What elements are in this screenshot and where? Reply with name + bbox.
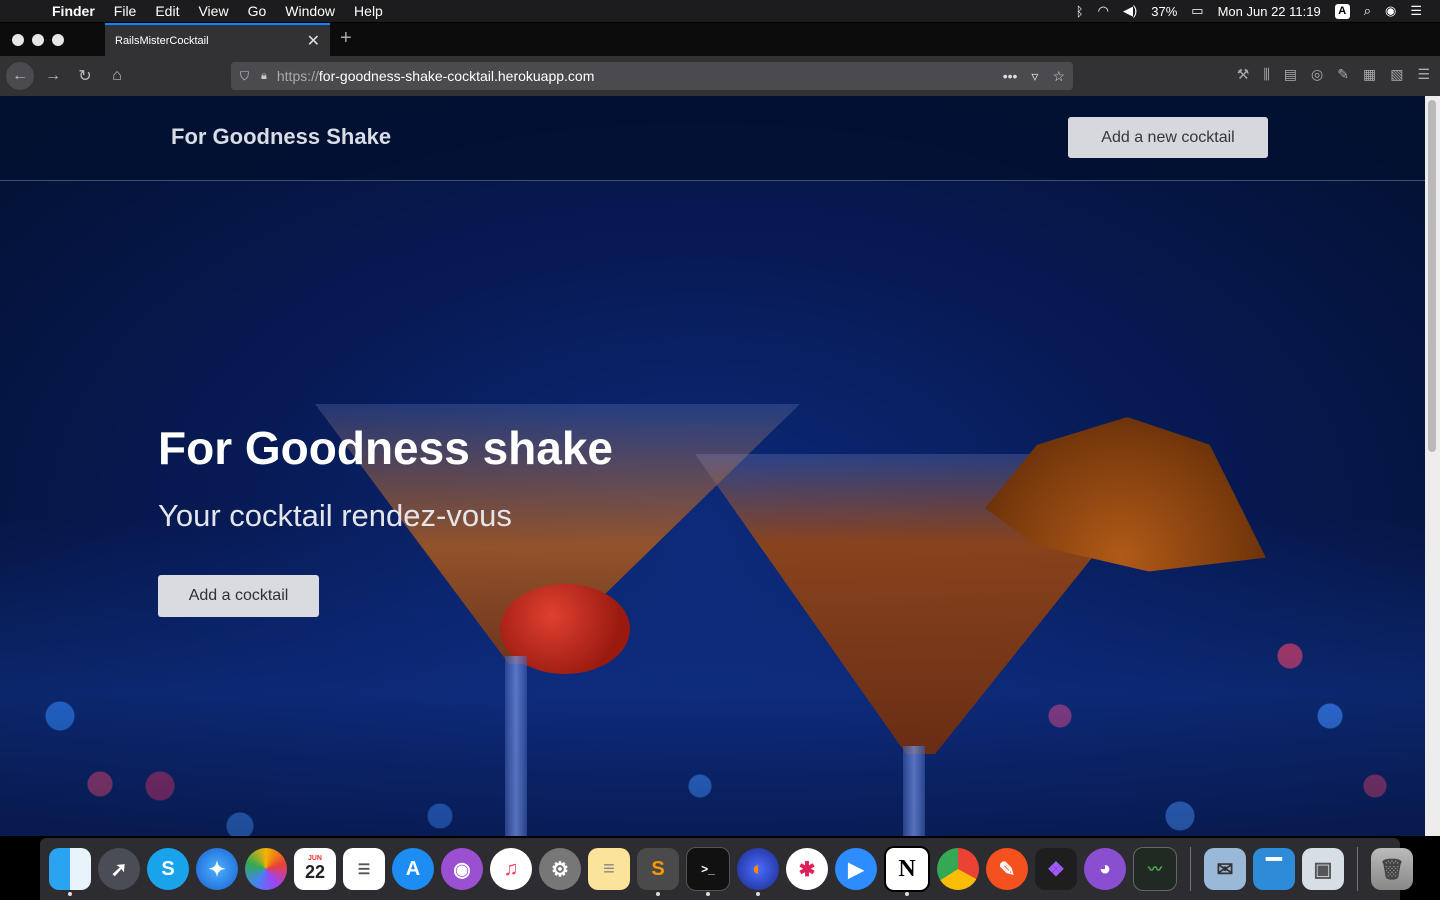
battery-percentage[interactable]: 37% — [1151, 4, 1177, 19]
library-icon[interactable]: ⫼ — [1263, 66, 1269, 83]
battery-icon[interactable]: ▭ — [1191, 3, 1203, 19]
zoom-window-button[interactable] — [52, 34, 64, 46]
developer-tools-icon[interactable]: ⚒ — [1237, 66, 1250, 83]
tracking-protection-icon[interactable]: ⛉ — [240, 69, 249, 84]
menu-help[interactable]: Help — [354, 3, 383, 19]
zoom-icon[interactable]: ▶ — [835, 848, 877, 890]
dock-separator-2 — [1357, 847, 1358, 891]
wifi-icon[interactable]: ◠ — [1098, 3, 1109, 19]
bluetooth-icon[interactable]: ᛒ — [1076, 4, 1084, 19]
add-cocktail-button[interactable]: Add a cocktail — [158, 575, 319, 617]
slack-icon[interactable]: ✱ — [786, 848, 828, 890]
arrow-right-icon: → — [45, 67, 61, 84]
page-scrollbar[interactable] — [1425, 96, 1440, 836]
tab-close-icon[interactable]: ✕ — [307, 31, 320, 51]
account-icon[interactable]: ◎ — [1311, 66, 1323, 83]
address-bar-actions: ••• ▿ ☆ — [1003, 68, 1065, 85]
terminal-icon[interactable]: >_ — [686, 847, 730, 896]
scrollbar-thumb[interactable] — [1428, 100, 1436, 452]
close-window-button[interactable] — [12, 34, 24, 46]
extension-disabled-icon[interactable]: ▧ — [1390, 66, 1403, 83]
site-navbar: For Goodness Shake Add a new cocktail — [0, 96, 1425, 181]
eyedropper-icon[interactable]: ✎ — [1337, 66, 1349, 83]
podcasts-icon[interactable]: ◉ — [441, 848, 483, 890]
firefox-icon[interactable]: ◐ — [737, 848, 779, 896]
menu-file[interactable]: File — [114, 3, 137, 19]
finder-icon[interactable] — [49, 848, 91, 896]
launchpad-icon[interactable]: ➚ — [98, 848, 140, 890]
siri-icon[interactable]: ◉ — [1385, 3, 1396, 19]
sidebar-icon[interactable]: ▤ — [1284, 66, 1297, 83]
home-button[interactable]: ⌂ — [104, 63, 130, 89]
calendar-month: JUN — [307, 855, 322, 862]
safari-icon[interactable]: ✦ — [196, 848, 238, 890]
reload-icon: ↻ — [78, 68, 92, 85]
glass-stem-right — [903, 746, 925, 836]
activity-monitor-icon[interactable]: 〰 — [1133, 847, 1177, 891]
toolbar-extensions: ⚒ ⫼ ▤ ◎ ✎ ▦ ▧ ☰ — [1237, 66, 1430, 83]
tab-strip: RailsMisterCocktail ✕ + — [0, 23, 1440, 56]
github-desktop-icon[interactable]: ◕ — [1084, 848, 1126, 890]
calendar-day: 22 — [304, 862, 326, 882]
calendar-icon[interactable]: JUN 22 — [294, 848, 336, 890]
back-button[interactable]: ← — [6, 62, 34, 90]
pocket-icon[interactable]: ▿ — [1031, 68, 1038, 85]
bookmark-star-icon[interactable]: ☆ — [1052, 68, 1065, 85]
input-source-icon[interactable]: A — [1334, 3, 1350, 19]
tab-active[interactable]: RailsMisterCocktail ✕ — [105, 23, 330, 56]
address-bar[interactable]: ⛉ 🔒︎ https://for-goodness-shake-cocktail… — [231, 62, 1073, 90]
image-capture-icon[interactable]: ▣ — [1302, 848, 1344, 890]
dock-separator — [1190, 847, 1191, 891]
web-page: For Goodness Shake Add a new cocktail Fo… — [0, 96, 1425, 836]
menu-hamburger-icon[interactable]: ☰ — [1417, 66, 1430, 83]
url-text[interactable]: https://for-goodness-shake-cocktail.hero… — [277, 68, 595, 84]
trash-icon[interactable]: 🗑︎ — [1371, 848, 1413, 890]
photos-icon[interactable] — [245, 848, 287, 890]
menu-view[interactable]: View — [198, 3, 228, 19]
notion-icon[interactable]: N — [884, 846, 930, 896]
tab-title: RailsMisterCocktail — [115, 34, 209, 47]
browser-toolbar: ← → ↻ ⌂ ⛉ 🔒︎ https://for-goodness-shake-… — [0, 56, 1440, 96]
volume-icon[interactable]: ◀) — [1123, 3, 1137, 19]
app-store-icon[interactable]: A — [392, 848, 434, 890]
menu-edit[interactable]: Edit — [155, 3, 179, 19]
minimize-window-button[interactable] — [32, 34, 44, 46]
forward-button[interactable]: → — [40, 63, 66, 89]
home-icon: ⌂ — [112, 67, 122, 84]
reminders-icon[interactable]: ☰ — [343, 848, 385, 890]
window-controls — [12, 34, 64, 46]
url-scheme: https:// — [276, 68, 319, 84]
clock[interactable]: Mon Jun 22 11:19 — [1218, 4, 1321, 19]
menu-app-name[interactable]: Finder — [52, 3, 95, 19]
spotlight-search-icon[interactable]: ⌕ — [1364, 3, 1371, 19]
chrome-icon[interactable] — [937, 848, 979, 890]
lock-icon[interactable]: 🔒︎ — [261, 70, 267, 83]
skype-icon[interactable]: S — [147, 848, 189, 890]
sublime-text-icon[interactable]: S — [637, 848, 679, 896]
menu-go[interactable]: Go — [248, 3, 267, 19]
paw-icon[interactable]: ✎ — [986, 848, 1028, 890]
arrow-left-icon: ← — [12, 67, 28, 84]
notification-center-icon[interactable]: ☰ — [1410, 3, 1422, 19]
preview-icon[interactable]: ✉ — [1204, 848, 1246, 890]
hero-subtitle: Your cocktail rendez-vous — [158, 498, 512, 533]
site-brand[interactable]: For Goodness Shake — [171, 124, 391, 150]
new-tab-button[interactable]: + — [340, 27, 352, 50]
keynote-icon[interactable]: ▔ — [1253, 848, 1295, 890]
notes-icon[interactable]: ≡ — [588, 848, 630, 890]
page-actions-icon[interactable]: ••• — [1003, 68, 1018, 85]
url-host: for-goodness-shake-cocktail.herokuapp.co… — [318, 68, 595, 84]
dock: ➚ S ✦ JUN 22 ☰ A ◉ ♫ ⚙ ≡ S >_ ◐ ✱ ▶ N ✎ … — [40, 838, 1413, 900]
music-icon[interactable]: ♫ — [490, 848, 532, 890]
extension-icon[interactable]: ▦ — [1363, 66, 1376, 83]
menu-bar: Finder File Edit View Go Window Help ᛒ ◠… — [0, 0, 1440, 22]
menu-window[interactable]: Window — [285, 3, 335, 19]
glass-stem-left — [505, 656, 527, 836]
add-new-cocktail-button[interactable]: Add a new cocktail — [1068, 117, 1268, 158]
system-preferences-icon[interactable]: ⚙ — [539, 848, 581, 890]
figma-icon[interactable]: ❖ — [1035, 848, 1077, 890]
reload-button[interactable]: ↻ — [72, 63, 98, 89]
hero-title: For Goodness shake — [158, 422, 614, 474]
